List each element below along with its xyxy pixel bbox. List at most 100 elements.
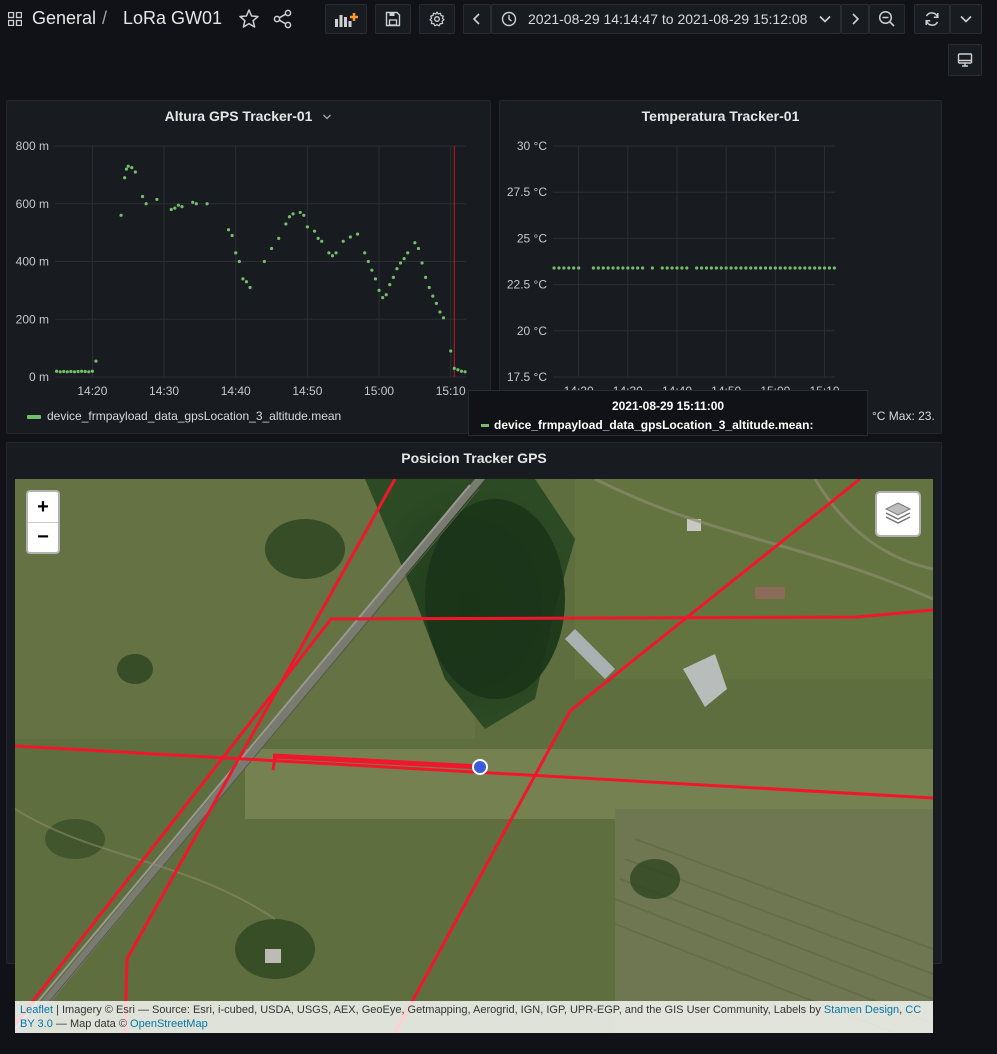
data-point xyxy=(783,266,787,270)
data-point xyxy=(398,261,403,265)
data-point xyxy=(65,370,69,374)
data-point xyxy=(665,266,669,270)
map-attribution: Leaflet | Imagery © Esri — Source: Esri,… xyxy=(15,1001,933,1033)
data-point xyxy=(813,266,817,270)
data-point xyxy=(83,369,87,374)
hover-tooltip: 2021-08-29 15:11:00 device_frmpayload_da… xyxy=(468,390,868,436)
map-panel-title[interactable]: Posicion Tracker GPS xyxy=(7,450,941,466)
data-point xyxy=(58,370,62,374)
data-point xyxy=(572,266,576,270)
data-point xyxy=(355,232,360,236)
leaflet-link[interactable]: Leaflet xyxy=(20,1004,53,1016)
data-point xyxy=(126,164,130,168)
data-point xyxy=(377,288,381,292)
data-point xyxy=(180,205,184,209)
data-point xyxy=(452,366,456,370)
data-point xyxy=(670,266,674,270)
data-point xyxy=(416,246,421,251)
data-point xyxy=(449,349,453,353)
data-point xyxy=(424,275,428,279)
y-tick-label: 0 m xyxy=(29,370,49,384)
y-tick-label: 30 °C xyxy=(517,139,547,153)
tooltip-time: 2021-08-29 15:11:00 xyxy=(611,399,725,413)
data-point xyxy=(130,166,134,170)
data-point xyxy=(793,266,797,270)
x-tick-label: 14:20 xyxy=(77,384,107,398)
satellite-imagery xyxy=(15,479,933,1033)
data-point xyxy=(714,266,718,270)
stamen-link[interactable]: Stamen Design xyxy=(824,1004,899,1016)
data-point xyxy=(808,266,812,270)
data-point xyxy=(680,266,684,270)
tooltip-swatch xyxy=(481,424,489,428)
data-point xyxy=(302,213,306,217)
data-point xyxy=(434,301,438,305)
data-point xyxy=(427,285,431,290)
data-point xyxy=(140,194,145,199)
data-point xyxy=(636,266,640,270)
x-tick-label: 14:50 xyxy=(292,384,322,398)
data-point xyxy=(194,202,198,206)
data-point xyxy=(803,266,807,270)
data-point xyxy=(123,176,127,180)
y-tick-label: 22.5 °C xyxy=(507,278,547,292)
location-marker[interactable] xyxy=(472,759,488,775)
data-point xyxy=(596,266,600,270)
layers-control-button[interactable] xyxy=(875,491,921,537)
data-point xyxy=(133,170,137,174)
data-point xyxy=(334,251,338,255)
tooltip-series: device_frmpayload_data_gpsLocation_3_alt… xyxy=(481,418,813,432)
data-point xyxy=(291,212,295,216)
x-tick-label: 15:00 xyxy=(364,384,394,398)
data-point xyxy=(463,370,467,374)
data-point xyxy=(660,266,664,270)
charts-layer: 800 m 600 m 400 m 200 m 0 m 14:20 14:30 14:40 14… xyxy=(16,139,840,398)
data-point xyxy=(234,251,238,255)
data-point xyxy=(640,266,645,270)
data-point xyxy=(788,266,792,270)
data-point xyxy=(363,251,367,255)
data-point xyxy=(287,215,292,219)
zoom-out-button[interactable]: − xyxy=(28,522,58,552)
data-point xyxy=(284,222,288,226)
data-point xyxy=(191,200,195,204)
data-point xyxy=(80,369,84,373)
data-point xyxy=(124,167,129,171)
data-point xyxy=(699,266,704,270)
data-point xyxy=(749,266,753,270)
data-point xyxy=(768,266,773,270)
data-point xyxy=(173,206,177,210)
osm-link[interactable]: OpenStreetMap xyxy=(130,1018,208,1030)
data-point xyxy=(94,359,98,363)
data-point xyxy=(758,266,763,270)
altitude-chart[interactable]: 800 m 600 m 400 m 200 m 0 m 14:20 14:30 14:40 14… xyxy=(16,139,467,398)
data-point xyxy=(739,266,743,270)
map-view[interactable]: + − Leaflet | Imagery © Esri — Source: E… xyxy=(15,479,933,1033)
x-tick-label: 14:30 xyxy=(149,384,179,398)
data-point xyxy=(62,369,66,374)
temperature-chart[interactable]: 30 °C27.5 °C25 °C22.5 °C20 °C17.5 °C14:2… xyxy=(507,139,840,398)
data-point xyxy=(413,241,417,245)
x-tick-label: 15:10 xyxy=(436,384,466,398)
data-point xyxy=(704,266,709,270)
data-point xyxy=(557,266,561,270)
data-point xyxy=(650,266,655,270)
data-point xyxy=(631,266,635,270)
data-point xyxy=(763,266,768,270)
data-point xyxy=(373,277,378,281)
data-point xyxy=(817,266,822,270)
data-point xyxy=(76,369,80,374)
data-point xyxy=(90,369,94,373)
data-point xyxy=(348,235,352,239)
y-tick-label: 25 °C xyxy=(517,231,547,245)
data-point xyxy=(341,239,345,243)
zoom-control: + − xyxy=(26,490,60,554)
data-point xyxy=(441,316,446,320)
data-point xyxy=(391,275,395,279)
data-point xyxy=(832,266,836,270)
zoom-in-button[interactable]: + xyxy=(28,492,58,523)
tooltip-series-label: device_frmpayload_data_gpsLocation_3_alt… xyxy=(494,418,814,432)
data-point xyxy=(567,266,571,270)
y-tick-label: 27.5 °C xyxy=(507,185,547,199)
data-point xyxy=(305,225,309,229)
